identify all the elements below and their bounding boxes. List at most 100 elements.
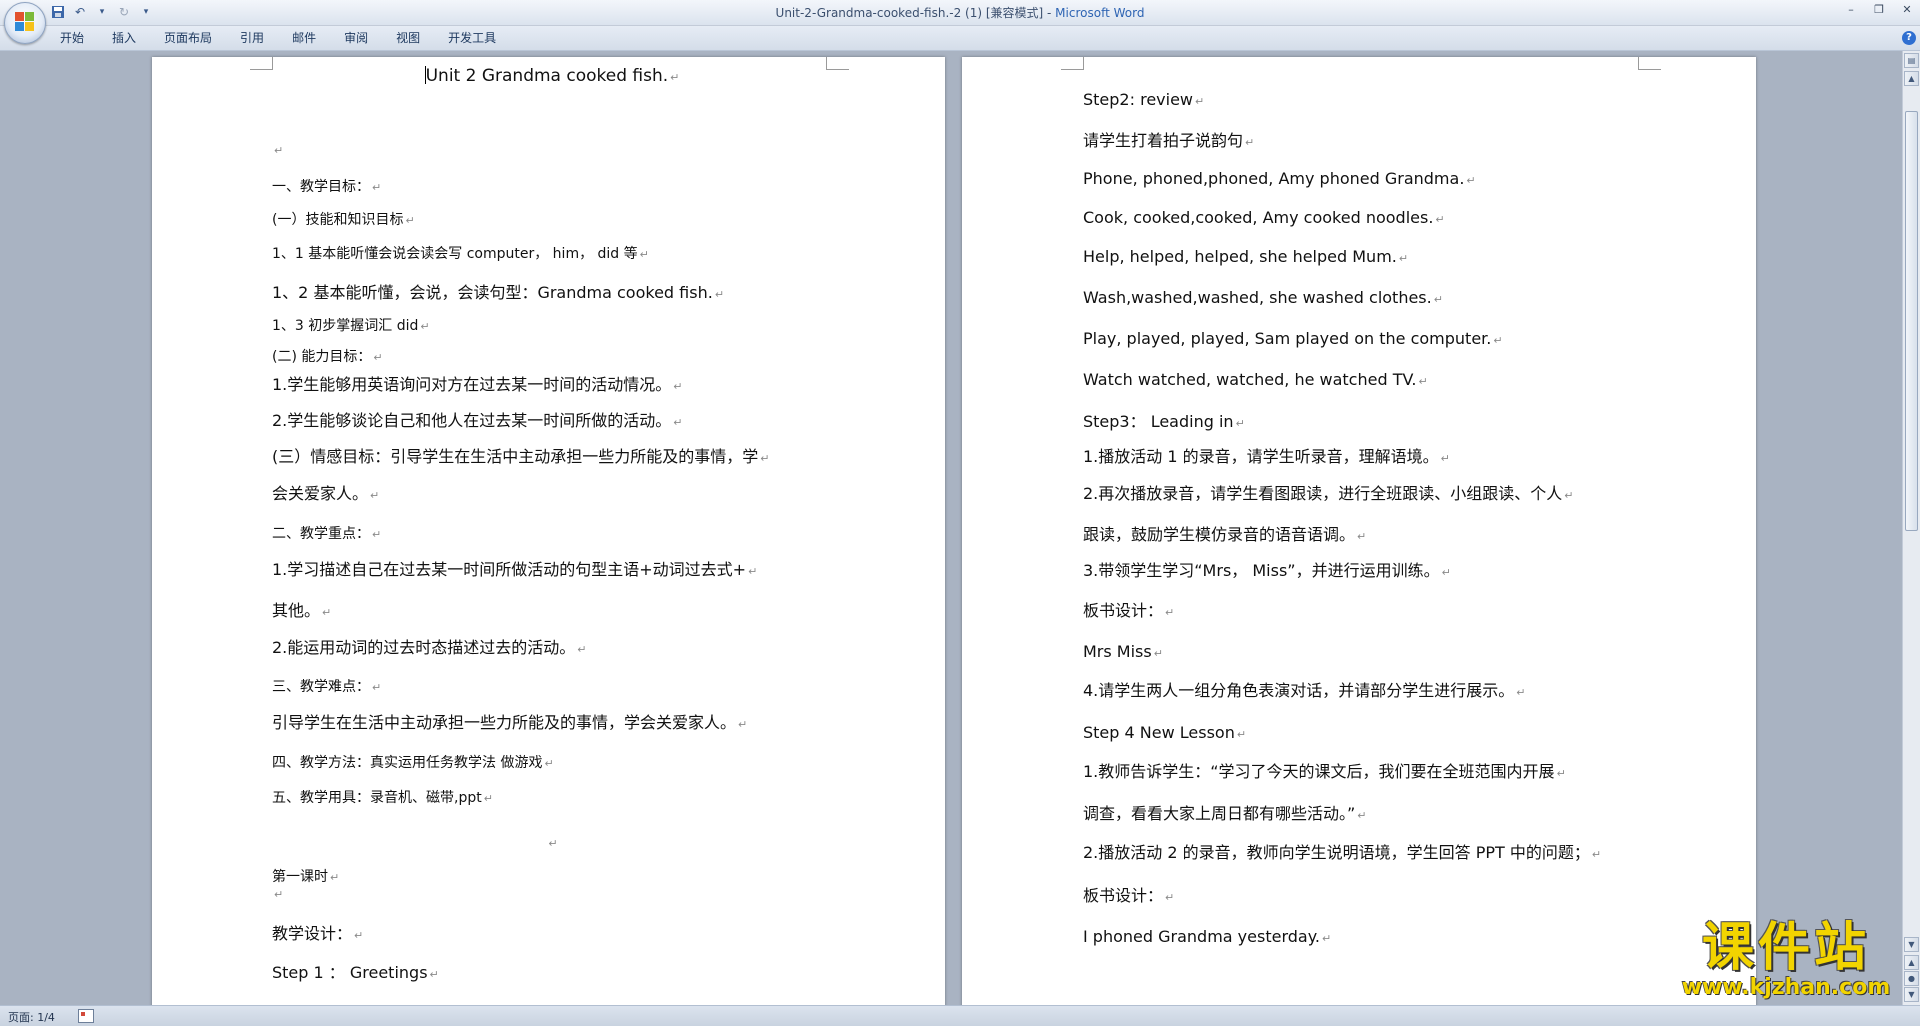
tab-page-layout[interactable]: 页面布局 [150,26,226,50]
status-bar: 页面: 1/4 [0,1005,1920,1026]
help-icon[interactable]: ? [1902,31,1916,45]
paragraph-line: 1.教师告诉学生：“学习了今天的课文后，我们要在全班范围内开展 ↵ [1083,761,1566,785]
paragraph-line: 2.再次播放录音，请学生看图跟读，进行全班跟读、小组跟读、个人 ↵ [1083,483,1574,507]
document-page-1[interactable]: Unit 2 Grandma cooked fish. ↵ ↵ 一、教学目标： ↵ (一）… [152,57,945,1005]
paragraph-mark-icon: ↵ [1195,95,1205,108]
paragraph-mark-icon: ↵ [673,416,683,429]
office-logo-icon [15,12,35,32]
paragraph-line: 2.学生能够谈论自己和他人在过去某一时间所做的活动。 ↵ [272,410,683,434]
paragraph-text: Step 1 ： Greetings [272,963,428,982]
document-name: Unit-2-Grandma-cooked-fish.-2 (1) [兼容模式]… [775,6,1056,20]
previous-page-icon[interactable]: ▲ [1904,955,1919,970]
tab-home[interactable]: 开始 [50,26,98,50]
paragraph-mark-icon: ↵ [1418,375,1428,388]
scroll-down-icon[interactable]: ▼ [1904,937,1919,952]
paragraph-line: 三、教学难点： ↵ [272,676,381,699]
title-bar: ↶ ▾ ↻ ▾ Unit-2-Grandma-cooked-fish.-2 (1… [0,0,1920,26]
paragraph-text: 1、1 基本能听懂会说会读会写 computer， him， did 等 [272,246,638,262]
document-title-text: Unit 2 Grandma cooked fish. [425,66,669,86]
paragraph-text: Step 4 New Lesson [1083,723,1235,742]
paragraph-text: 板书设计： [1083,886,1164,905]
tab-view[interactable]: 视图 [382,26,434,50]
paragraph-mark-icon: ↵ [1398,252,1409,265]
office-button[interactable] [4,2,46,44]
ruler-toggle-icon[interactable]: ▤ [1904,53,1919,68]
paragraph-text: 1、3 初步掌握词汇 did [272,318,419,334]
paragraph-mark-icon: ↵ [370,489,380,502]
paragraph-text: (三）情感目标：引导学生在生活中主动承担一些力所能及的事情，学 [272,447,759,466]
paragraph-mark-icon: ↵ [748,565,758,578]
paragraph-mark-icon: ↵ [1466,174,1476,187]
paragraph-text: 调查，看看大家上周日都有哪些活动。” [1083,804,1356,823]
paragraph-text: 一、教学目标： [272,179,370,195]
window-title: Unit-2-Grandma-cooked-fish.-2 (1) [兼容模式]… [0,4,1920,21]
paragraph-mark-icon: ↵ [670,71,680,84]
app-name: Microsoft Word [1055,6,1145,20]
paragraph-text: 1.学生能够用英语询问对方在过去某一时间的活动情况。 [272,375,672,394]
paragraph-line: 1.播放活动 1 的录音，请学生听录音，理解语境。 ↵ [1083,446,1450,470]
paragraph-line: (一）技能和知识目标 ↵ [272,209,415,232]
scroll-thumb[interactable] [1905,111,1918,531]
paragraph-line: Step3： Leading in ↵ [1083,411,1245,435]
paragraph-line: Step 1 ： Greetings ↵ [272,962,439,986]
vertical-scrollbar[interactable]: ▤ ▲ ▼ ▲ ● ▼ [1902,51,1920,1005]
paragraph-text: 4.请学生两人一组分角色表演对话，并请部分学生进行展示。 [1083,681,1515,700]
document-title[interactable]: Unit 2 Grandma cooked fish. ↵ [272,65,832,89]
paragraph-text: Step2: review [1083,90,1193,109]
paragraph-line: ↵ [272,831,832,855]
paragraph-line: Watch watched, watched, he watched TV. ↵ [1083,369,1428,393]
paragraph-mark-icon: ↵ [714,288,725,301]
maximize-icon[interactable]: ❐ [1872,2,1886,18]
paragraph-text: 教学设计： [272,924,353,943]
paragraph-text: Watch watched, watched, he watched TV. [1083,370,1417,389]
paragraph-text: 板书设计： [1083,601,1164,620]
paragraph-line: 4.请学生两人一组分角色表演对话，并请部分学生进行展示。 ↵ [1083,680,1526,704]
next-page-icon[interactable]: ▼ [1904,987,1919,1002]
paragraph-text: 跟读，鼓励学生模仿录音的语音语调。 [1083,525,1356,544]
tab-developer[interactable]: 开发工具 [434,26,510,50]
paragraph-text: 3.带领学生学习“Mrs， Miss”，并进行运用训练。 [1083,561,1440,580]
tab-review[interactable]: 审阅 [330,26,382,50]
paragraph-mark-icon: ↵ [1433,293,1443,306]
tab-references[interactable]: 引用 [226,26,278,50]
paragraph-mark-icon: ↵ [1591,848,1602,861]
paragraph-mark-icon: ↵ [1165,606,1175,619]
paragraph-text: 2.再次播放录音，请学生看图跟读，进行全班跟读、小组跟读、个人 [1083,484,1563,503]
paragraph-mark-icon: ↵ [1321,932,1332,945]
paragraph-mark-icon: ↵ [1441,566,1451,579]
paragraph-mark-icon: ↵ [372,528,382,541]
minimize-icon[interactable]: – [1844,2,1858,18]
paragraph-mark-icon: ↵ [1516,686,1526,699]
paragraph-text: (一）技能和知识目标 [272,212,404,228]
paragraph-line: 跟读，鼓励学生模仿录音的语音语调。 ↵ [1083,524,1366,548]
paragraph-text: 1、2 基本能听懂，会说，会读句型：Grandma cooked fish. [272,283,713,302]
close-icon[interactable]: ✕ [1900,2,1914,18]
paragraph-text: Play, played, played, Sam played on the … [1083,329,1492,348]
paragraph-mark-icon: ↵ [1236,728,1247,741]
document-workspace: Unit 2 Grandma cooked fish. ↵ ↵ 一、教学目标： ↵ (一）… [0,51,1903,1005]
scroll-up-icon[interactable]: ▲ [1904,71,1919,86]
paragraph-mark-icon: ↵ [1564,489,1574,502]
paragraph-line: 1、3 初步掌握词汇 did ↵ [272,315,430,338]
paragraph-text: 2.能运用动词的过去时态描述过去的活动。 [272,638,576,657]
browse-object-icon[interactable]: ● [1904,971,1919,986]
paragraph-line: Step 4 New Lesson ↵ [1083,722,1246,746]
paragraph-mark-icon: ↵ [544,757,554,770]
paragraph-line: 一、教学目标： ↵ [272,176,381,199]
paragraph-mark-icon: ↵ [1357,530,1367,543]
proofing-icon[interactable] [78,1009,94,1023]
document-page-2[interactable]: Step2: review ↵ 请学生打着拍子说韵句 ↵ Phone, phoned,p… [962,57,1756,1005]
paragraph-mark-icon: ↵ [372,181,382,194]
paragraph-line: I phoned Grandma yesterday. ↵ [1083,926,1331,950]
paragraph-mark-icon: ↵ [673,380,683,393]
tab-mailings[interactable]: 邮件 [278,26,330,50]
paragraph-mark-icon: ↵ [639,248,649,261]
ribbon-tabs: 开始 插入 页面布局 引用 邮件 审阅 视图 开发工具 [50,26,510,50]
paragraph-mark-icon: ↵ [1153,647,1163,660]
site-watermark: 课件站 www.kjzhan.com [1668,920,1904,1002]
margin-corner-mark [1061,57,1084,70]
paragraph-mark-icon: ↵ [274,144,284,157]
page-count[interactable]: 页面: 1/4 [8,1009,55,1025]
tab-insert[interactable]: 插入 [98,26,150,50]
paragraph-text: 其他。 [272,601,321,620]
